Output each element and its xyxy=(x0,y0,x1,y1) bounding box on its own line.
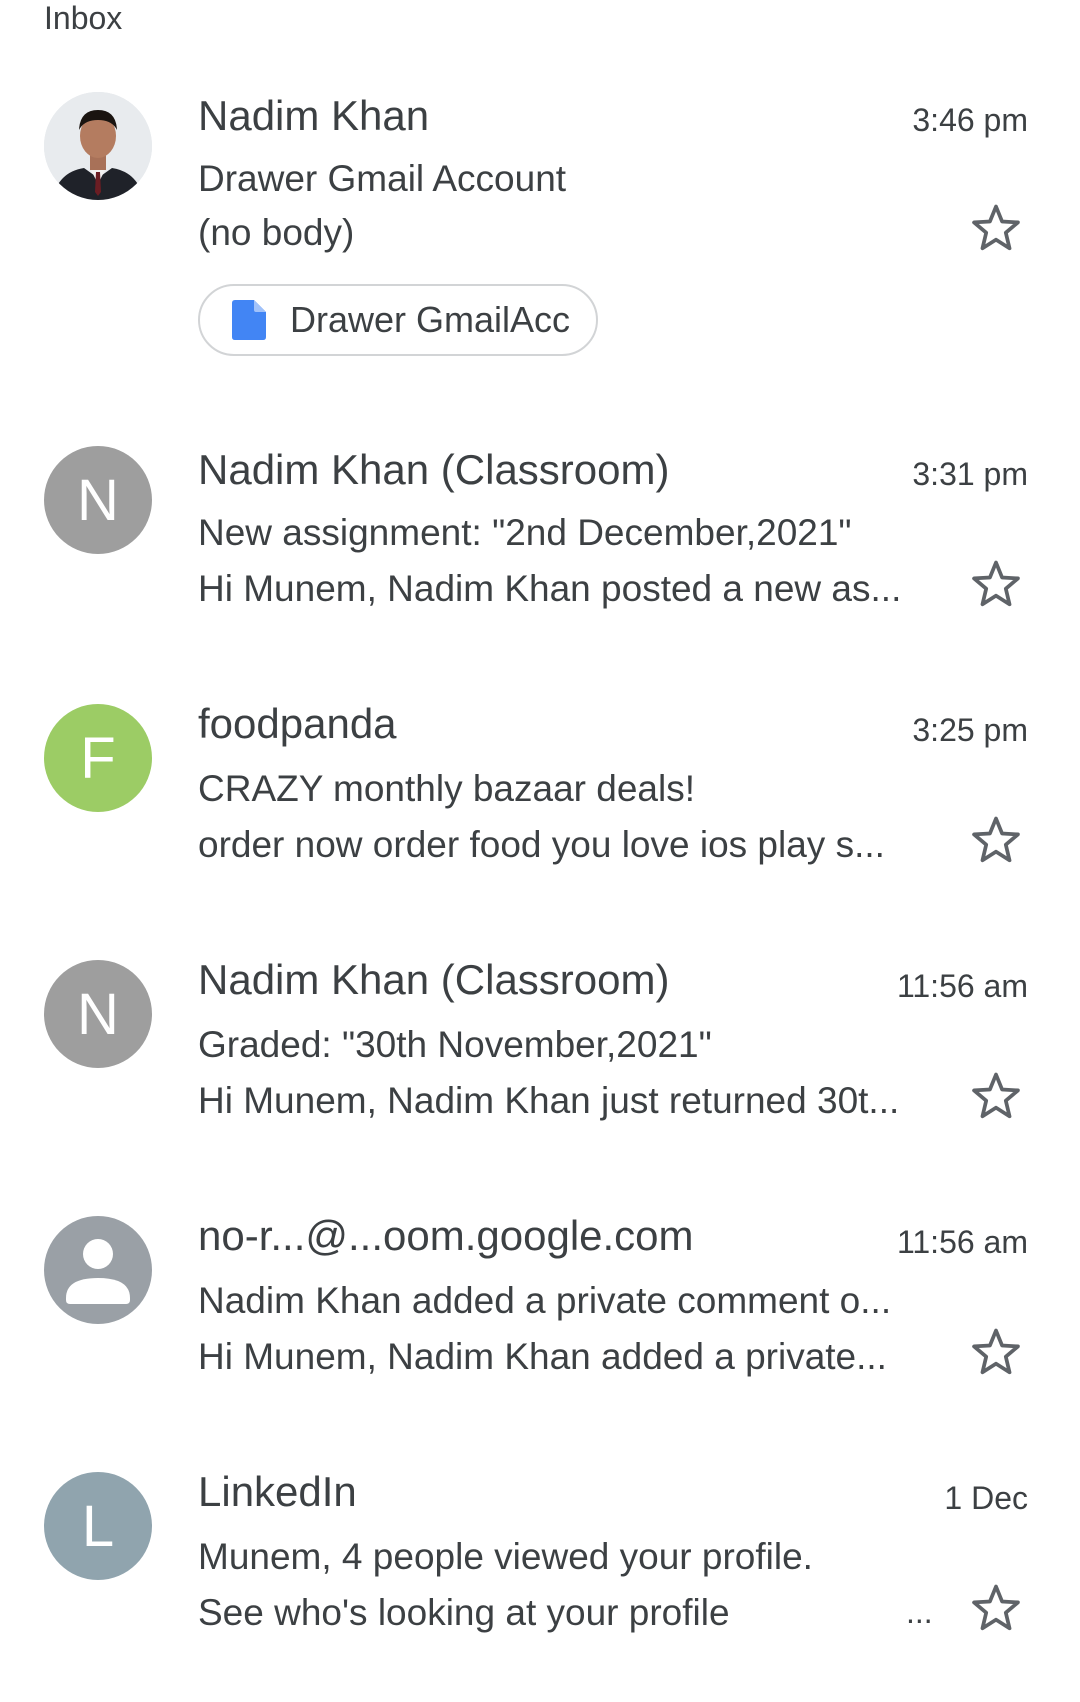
avatar-letter: N xyxy=(77,467,119,533)
email-subject: Drawer Gmail Account xyxy=(198,158,567,199)
star-icon[interactable] xyxy=(968,200,1024,256)
email-sender: LinkedIn xyxy=(198,1468,357,1515)
email-snippet: order now order food you love ios play s… xyxy=(198,824,885,865)
email-snippet: Hi Munem, Nadim Khan added a private... xyxy=(198,1336,887,1377)
email-time: 3:25 pm xyxy=(912,712,1028,748)
avatar[interactable] xyxy=(44,1216,152,1324)
email-snippet: Hi Munem, Nadim Khan posted a new as... xyxy=(198,568,902,609)
avatar-letter: F xyxy=(80,725,116,791)
email-row[interactable]: no-r...@...oom.google.com 11:56 am Nadim… xyxy=(0,1188,1080,1388)
email-subject: CRAZY monthly bazaar deals! xyxy=(198,768,695,809)
doc-icon xyxy=(232,300,266,340)
star-icon[interactable] xyxy=(968,1324,1024,1380)
email-subject: Munem, 4 people viewed your profile. xyxy=(198,1536,813,1577)
email-time: 11:56 am xyxy=(896,1224,1028,1260)
email-row[interactable]: N Nadim Khan (Classroom) 11:56 am Graded… xyxy=(0,932,1080,1132)
email-sender: Nadim Khan (Classroom) xyxy=(198,956,670,1003)
email-time: 11:56 am xyxy=(896,968,1028,1004)
email-sender: foodpanda xyxy=(198,700,397,747)
email-sender: no-r...@...oom.google.com xyxy=(198,1212,694,1259)
email-time: 3:46 pm xyxy=(912,102,1028,138)
avatar[interactable]: N xyxy=(44,960,152,1068)
email-sender: Nadim Khan xyxy=(198,92,430,139)
email-subject: Graded: "30th November,2021" xyxy=(198,1024,712,1065)
email-row[interactable]: N Nadim Khan (Classroom) 3:31 pm New ass… xyxy=(0,420,1080,620)
avatar[interactable]: L xyxy=(44,1472,152,1580)
email-row[interactable]: L LinkedIn 1 Dec Munem, 4 people viewed … xyxy=(0,1444,1080,1644)
avatar-letter: N xyxy=(77,981,119,1047)
email-row[interactable]: Nadim Khan 3:46 pm Drawer Gmail Account … xyxy=(0,0,1080,380)
email-time: 3:31 pm xyxy=(912,456,1028,492)
avatar[interactable]: F xyxy=(44,704,152,812)
email-time: 1 Dec xyxy=(944,1480,1028,1516)
avatar[interactable]: N xyxy=(44,446,152,554)
email-snippet: See who's looking at your profile xyxy=(198,1592,730,1633)
email-subject: Nadim Khan added a private comment o... xyxy=(198,1280,892,1321)
avatar[interactable] xyxy=(44,92,152,200)
star-icon[interactable] xyxy=(968,812,1024,868)
email-sender: Nadim Khan (Classroom) xyxy=(198,446,670,493)
email-snippet: Hi Munem, Nadim Khan just returned 30t..… xyxy=(198,1080,900,1121)
star-icon[interactable] xyxy=(968,556,1024,612)
avatar-letter: L xyxy=(81,1493,115,1559)
snippet-ellipsis: ... xyxy=(906,1594,933,1630)
profile-photo-icon xyxy=(44,92,152,200)
star-icon[interactable] xyxy=(968,1068,1024,1124)
attachment-label: Drawer GmailAcc xyxy=(290,299,571,340)
attachment-chip[interactable]: Drawer GmailAcc xyxy=(198,284,599,356)
star-icon[interactable] xyxy=(968,1580,1024,1636)
email-row[interactable]: F foodpanda 3:25 pm CRAZY monthly bazaar… xyxy=(0,676,1080,876)
person-icon xyxy=(66,1239,130,1304)
email-subject: New assignment: "2nd December,2021" xyxy=(198,512,852,553)
email-snippet: (no body) xyxy=(198,212,355,253)
